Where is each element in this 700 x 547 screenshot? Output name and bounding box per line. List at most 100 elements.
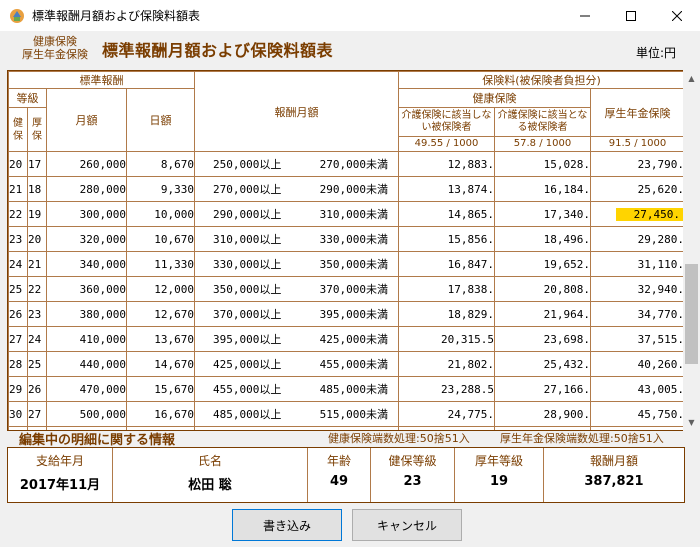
cell-range: 425,000以上 455,000未満 (194, 351, 399, 377)
cell-pension-value: 25,620. (637, 182, 685, 196)
range-upper-suffix: 未満 (366, 408, 388, 421)
cell-range: 455,000以上 485,000未満 (194, 376, 399, 402)
table-row[interactable]: 30 27 500,000 16,670 485,000以上 515,000未満 24,77… (8, 401, 684, 427)
close-button[interactable] (654, 0, 700, 31)
cell-daily: 11,330 (126, 251, 195, 277)
table-row[interactable]: 28 25 440,000 14,670 425,000以上 455,000未満 21,80… (8, 351, 684, 377)
cell-range: 330,000以上 350,000未満 (194, 251, 399, 277)
header-line1: 健康保険 (33, 35, 77, 48)
cell-kosei-grade: 23 (27, 301, 47, 327)
rate-care: 57.8 / 1000 (494, 136, 591, 152)
cancel-button[interactable]: キャンセル (352, 509, 462, 541)
cell-pension-value: 31,110. (637, 257, 685, 271)
cell-no-care: 20,315.5 (398, 326, 495, 352)
cell-monthly: 320,000 (46, 226, 127, 252)
title-bar: 標準報酬月額および保険料額表 (0, 0, 700, 31)
range-upper-value: 310,000 (319, 208, 366, 221)
cell-daily: 14,670 (126, 351, 195, 377)
header-line2: 厚生年金保険 (22, 48, 88, 61)
cell-no-care: 23,288.5 (398, 376, 495, 402)
table-row[interactable]: 21 18 280,000 9,330 270,000以上 290,000未満 13,874… (8, 176, 685, 202)
cell-pension: 34,770. (589, 301, 685, 327)
cell-pension-value: 43,005. (637, 382, 685, 396)
cell-kenpo-grade: 29 (8, 376, 28, 402)
header-kosei: 厚保 (27, 107, 47, 152)
cell-no-care: 24,775. (398, 401, 495, 427)
range-upper-suffix: 未満 (366, 208, 388, 221)
range-lower-value: 425,000 (213, 358, 260, 371)
page-title: 標準報酬月額および保険料額表 (102, 41, 334, 60)
cell-range: 395,000以上 425,000未満 (194, 326, 399, 352)
cell-pension-value: 23,790. (637, 157, 685, 171)
range-lower-value: 485,000 (213, 408, 260, 421)
cell-care: 19,652. (494, 251, 591, 277)
rate-table-frame[interactable]: 標準報酬 報酬月額 保険料(被保険者負担分) 等級 月額 日額 健康保険 厚生年… (7, 70, 685, 431)
scroll-down-icon[interactable]: ▼ (683, 414, 700, 431)
scroll-thumb[interactable] (685, 264, 698, 364)
cell-daily: 8,670 (126, 151, 195, 177)
range-upper: 310,000未満 (320, 206, 388, 222)
cell-pension-value: 34,770. (637, 307, 685, 321)
pay-month-value: 2017年11月 (19, 478, 101, 493)
table-row[interactable]: 29 26 470,000 15,670 455,000以上 485,000未満 23,28… (8, 376, 685, 402)
monthly-value: 387,821 (584, 474, 644, 489)
header-range: 報酬月額 (194, 71, 399, 152)
vertical-scrollbar[interactable]: ▲ ▼ (683, 70, 700, 431)
range-upper-value: 425,000 (319, 333, 366, 346)
cell-no-care: 21,802. (398, 351, 495, 377)
name-label: 氏名 (197, 454, 222, 468)
table-row[interactable]: 25 22 360,000 12,000 350,000以上 370,000未満 17,83… (8, 276, 684, 302)
table-row[interactable]: 22 19 300,000 10,000 290,000以上 310,000未満 14,86… (8, 201, 684, 227)
range-lower: 250,000以上 (213, 156, 281, 172)
cell-kosei-grade: 18 (27, 176, 47, 202)
cell-monthly: 280,000 (46, 176, 127, 202)
range-upper: 370,000未満 (320, 281, 388, 297)
table-row[interactable]: 24 21 340,000 11,330 330,000以上 350,000未満 16,84… (8, 251, 685, 277)
name-cell: 氏名 松田 聡 (113, 448, 308, 502)
range-lower: 290,000以上 (213, 206, 281, 222)
range-lower-suffix: 以上 (259, 358, 282, 371)
cell-daily: 12,000 (126, 276, 195, 302)
range-upper-value: 290,000 (319, 183, 366, 196)
cell-kenpo-grade: 27 (8, 326, 28, 352)
range-lower-suffix: 以上 (259, 233, 282, 246)
name-value: 松田 聡 (188, 478, 232, 493)
table-row[interactable]: 27 24 410,000 13,670 395,000以上 425,000未満 20,31… (8, 326, 685, 352)
minimize-button[interactable] (562, 0, 608, 31)
table-row[interactable]: 23 20 320,000 10,670 310,000以上 330,000未満 15,85… (8, 226, 684, 252)
table-row[interactable]: 26 23 380,000 12,670 370,000以上 395,000未満 18,82… (8, 301, 685, 327)
cell-range: 270,000以上 290,000未満 (194, 176, 399, 202)
cell-range: 290,000以上 310,000未満 (194, 201, 399, 227)
maximize-button[interactable] (608, 0, 654, 31)
pay-month-label: 支給年月 (35, 454, 84, 468)
cell-no-care: 12,883. (398, 151, 495, 177)
range-lower: 270,000以上 (213, 181, 281, 197)
write-button[interactable]: 書き込み (232, 509, 342, 541)
minimize-icon (580, 15, 590, 16)
range-upper: 455,000未満 (320, 356, 388, 372)
cell-kenpo-grade: 23 (8, 226, 28, 252)
range-upper: 425,000未満 (320, 331, 388, 347)
range-upper-suffix: 未満 (366, 333, 388, 346)
range-lower-value: 350,000 (213, 283, 260, 296)
scroll-up-icon[interactable]: ▲ (683, 70, 700, 87)
cell-monthly: 440,000 (46, 351, 127, 377)
range-lower-value: 250,000 (213, 158, 260, 171)
pension-rounding: 厚生年金保険端数処理:50捨51入 (500, 432, 664, 445)
cell-pension: 25,620. (589, 176, 685, 202)
cell-kenpo-grade: 25 (8, 276, 28, 302)
cell-range: 370,000以上 395,000未満 (194, 301, 399, 327)
table-row[interactable]: 20 17 260,000 8,670 250,000以上 270,000未満 12,883… (8, 151, 685, 177)
cell-daily: 12,670 (126, 301, 195, 327)
range-upper: 395,000未満 (320, 306, 388, 322)
cell-daily: 9,330 (126, 176, 195, 202)
range-upper-value: 455,000 (319, 358, 366, 371)
range-lower: 350,000以上 (213, 281, 281, 297)
range-lower: 395,000以上 (213, 331, 281, 347)
cell-kosei-grade: 24 (27, 326, 47, 352)
cell-care: 15,028. (494, 151, 591, 177)
cell-pension-value: 37,515. (637, 332, 685, 346)
range-lower-value: 455,000 (213, 383, 260, 396)
cell-kenpo-grade: 30 (8, 401, 28, 427)
cell-range: 310,000以上 330,000未満 (194, 226, 399, 252)
